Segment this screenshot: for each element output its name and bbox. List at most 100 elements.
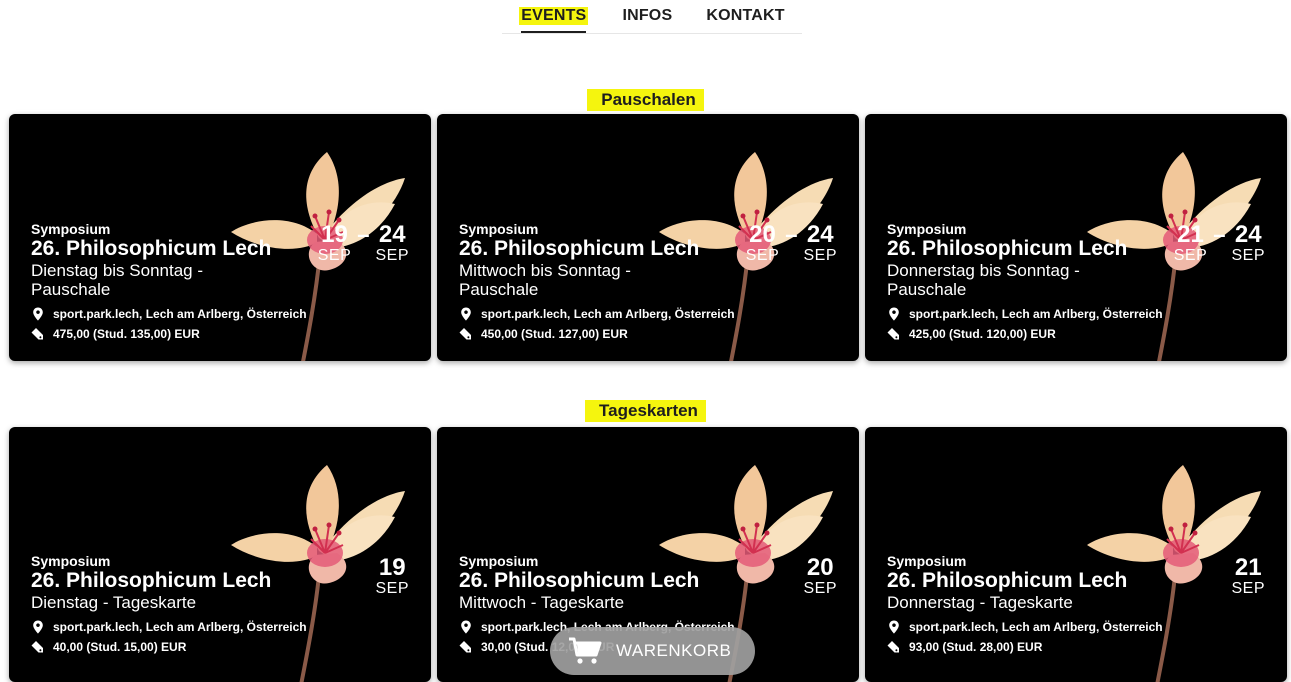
location-pin-icon	[31, 307, 45, 321]
price-text: 450,00 (Stud. 127,00) EUR	[481, 327, 628, 341]
event-subtitle-2: Pauschale	[31, 280, 111, 299]
main-nav: EVENTS INFOS KONTAKT	[502, 0, 802, 34]
date-to-day: 24	[1234, 221, 1262, 248]
date-to-day: 24	[806, 221, 834, 248]
pauschalen-cards: Symposium 26. Philosophicum Lech Diensta…	[9, 114, 1287, 361]
event-category: Symposium	[31, 221, 111, 237]
location-text: sport.park.lech, Lech am Arlberg, Österr…	[909, 307, 1163, 321]
price-text: 93,00 (Stud. 28,00) EUR	[909, 640, 1043, 654]
event-price: 425,00 (Stud. 120,00) EUR	[887, 324, 1217, 344]
location-pin-icon	[887, 307, 901, 321]
events-page: EVENTS INFOS KONTAKT Pauschalen Symposiu…	[0, 0, 1291, 682]
date-from-month: SEP	[317, 247, 352, 264]
event-subtitle: Dienstag bis Sonntag -	[31, 261, 203, 280]
event-card[interactable]: Symposium 26. Philosophicum Lech Diensta…	[9, 427, 431, 682]
event-category: Symposium	[887, 221, 967, 237]
price-text: 475,00 (Stud. 135,00) EUR	[53, 327, 200, 341]
date-separator: –	[1213, 222, 1226, 247]
event-price: 93,00 (Stud. 28,00) EUR	[887, 637, 1217, 657]
event-card[interactable]: Symposium 26. Philosophicum Lech Diensta…	[9, 114, 431, 361]
event-location: sport.park.lech, Lech am Arlberg, Österr…	[31, 617, 361, 637]
location-text: sport.park.lech, Lech am Arlberg, Österr…	[53, 620, 307, 634]
event-subtitle: Mittwoch - Tageskarte	[459, 593, 625, 612]
card-text: Symposium 26. Philosophicum Lech Diensta…	[31, 553, 361, 657]
location-text: sport.park.lech, Lech am Arlberg, Österr…	[909, 620, 1163, 634]
date-from-month: SEP	[745, 247, 780, 264]
section-title-tageskarten: Tageskarten	[0, 400, 1291, 422]
date-month: SEP	[803, 580, 837, 597]
location-text: sport.park.lech, Lech am Arlberg, Österr…	[481, 307, 735, 321]
date-month: SEP	[375, 580, 409, 597]
event-date: 21 SEP	[1231, 555, 1265, 597]
card-text: Symposium 26. Philosophicum Lech Donners…	[887, 221, 1217, 344]
event-subtitle-2: Pauschale	[887, 280, 967, 299]
event-card[interactable]: Symposium 26. Philosophicum Lech Donners…	[865, 114, 1287, 361]
date-month: SEP	[1231, 580, 1265, 597]
date-from-day: 19	[321, 221, 348, 248]
event-subtitle: Mittwoch bis Sonntag -	[459, 261, 631, 280]
date-separator: –	[785, 222, 798, 247]
event-subtitle: Donnerstag bis Sonntag -	[887, 261, 1080, 280]
location-pin-icon	[31, 620, 45, 634]
date-from-day: 21	[1177, 221, 1204, 248]
ticket-icon	[459, 640, 473, 654]
event-title: 26. Philosophicum Lech	[31, 569, 272, 592]
event-title: 26. Philosophicum Lech	[459, 569, 700, 592]
date-separator: –	[357, 222, 370, 247]
date-to-month: SEP	[375, 247, 409, 264]
cart-button[interactable]: WARENKORB	[550, 627, 755, 675]
event-price: 475,00 (Stud. 135,00) EUR	[31, 324, 361, 344]
event-title: 26. Philosophicum Lech	[459, 237, 700, 260]
date-to-month: SEP	[1231, 247, 1265, 264]
event-date: 20 SEP	[803, 555, 837, 597]
event-category: Symposium	[887, 553, 967, 569]
ticket-icon	[31, 640, 45, 654]
date-day: 19	[378, 554, 406, 581]
event-category: Symposium	[31, 553, 111, 569]
event-subtitle-2: Pauschale	[459, 280, 539, 299]
event-date: 19 SEP	[375, 555, 409, 597]
location-pin-icon	[887, 620, 901, 634]
event-location: sport.park.lech, Lech am Arlberg, Österr…	[887, 617, 1217, 637]
event-location: sport.park.lech, Lech am Arlberg, Österr…	[887, 304, 1217, 324]
ticket-icon	[887, 327, 901, 341]
event-location: sport.park.lech, Lech am Arlberg, Österr…	[31, 304, 361, 324]
event-card[interactable]: Symposium 26. Philosophicum Lech Donners…	[865, 427, 1287, 682]
price-text: 425,00 (Stud. 120,00) EUR	[909, 327, 1056, 341]
ticket-icon	[887, 640, 901, 654]
card-text: Symposium 26. Philosophicum Lech Donners…	[887, 553, 1217, 657]
event-title: 26. Philosophicum Lech	[31, 237, 272, 260]
nav-events[interactable]: EVENTS	[519, 7, 589, 33]
event-price: 40,00 (Stud. 15,00) EUR	[31, 637, 361, 657]
ticket-icon	[459, 327, 473, 341]
event-subtitle: Donnerstag - Tageskarte	[887, 593, 1073, 612]
ticket-icon	[31, 327, 45, 341]
date-from-day: 20	[749, 221, 776, 248]
card-text: Symposium 26. Philosophicum Lech Diensta…	[31, 221, 361, 344]
event-card[interactable]: Symposium 26. Philosophicum Lech Mittwoc…	[437, 114, 859, 361]
date-from-month: SEP	[1173, 247, 1208, 264]
price-text: 40,00 (Stud. 15,00) EUR	[53, 640, 187, 654]
event-price: 450,00 (Stud. 127,00) EUR	[459, 324, 789, 344]
card-text: Symposium 26. Philosophicum Lech Mittwoc…	[459, 221, 789, 344]
date-to-day: 24	[378, 221, 406, 248]
nav-infos[interactable]: INFOS	[622, 7, 672, 25]
section-title-pauschalen: Pauschalen	[0, 89, 1291, 111]
event-title: 26. Philosophicum Lech	[887, 237, 1128, 260]
cart-label: WARENKORB	[616, 641, 732, 660]
event-date: 20 SEP – 24 SEP	[746, 222, 837, 264]
nav-kontakt[interactable]: KONTAKT	[706, 7, 784, 25]
event-category: Symposium	[459, 221, 539, 237]
date-day: 21	[1234, 554, 1262, 581]
event-location: sport.park.lech, Lech am Arlberg, Österr…	[459, 304, 789, 324]
event-title: 26. Philosophicum Lech	[887, 569, 1128, 592]
location-text: sport.park.lech, Lech am Arlberg, Österr…	[53, 307, 307, 321]
section-title-text: Pauschalen	[587, 89, 704, 111]
cart-icon	[569, 637, 602, 664]
date-day: 20	[806, 554, 834, 581]
event-subtitle: Dienstag - Tageskarte	[31, 593, 197, 612]
event-date: 19 SEP – 24 SEP	[318, 222, 409, 264]
location-pin-icon	[459, 307, 473, 321]
date-to-month: SEP	[803, 247, 837, 264]
section-title-text: Tageskarten	[585, 400, 706, 422]
